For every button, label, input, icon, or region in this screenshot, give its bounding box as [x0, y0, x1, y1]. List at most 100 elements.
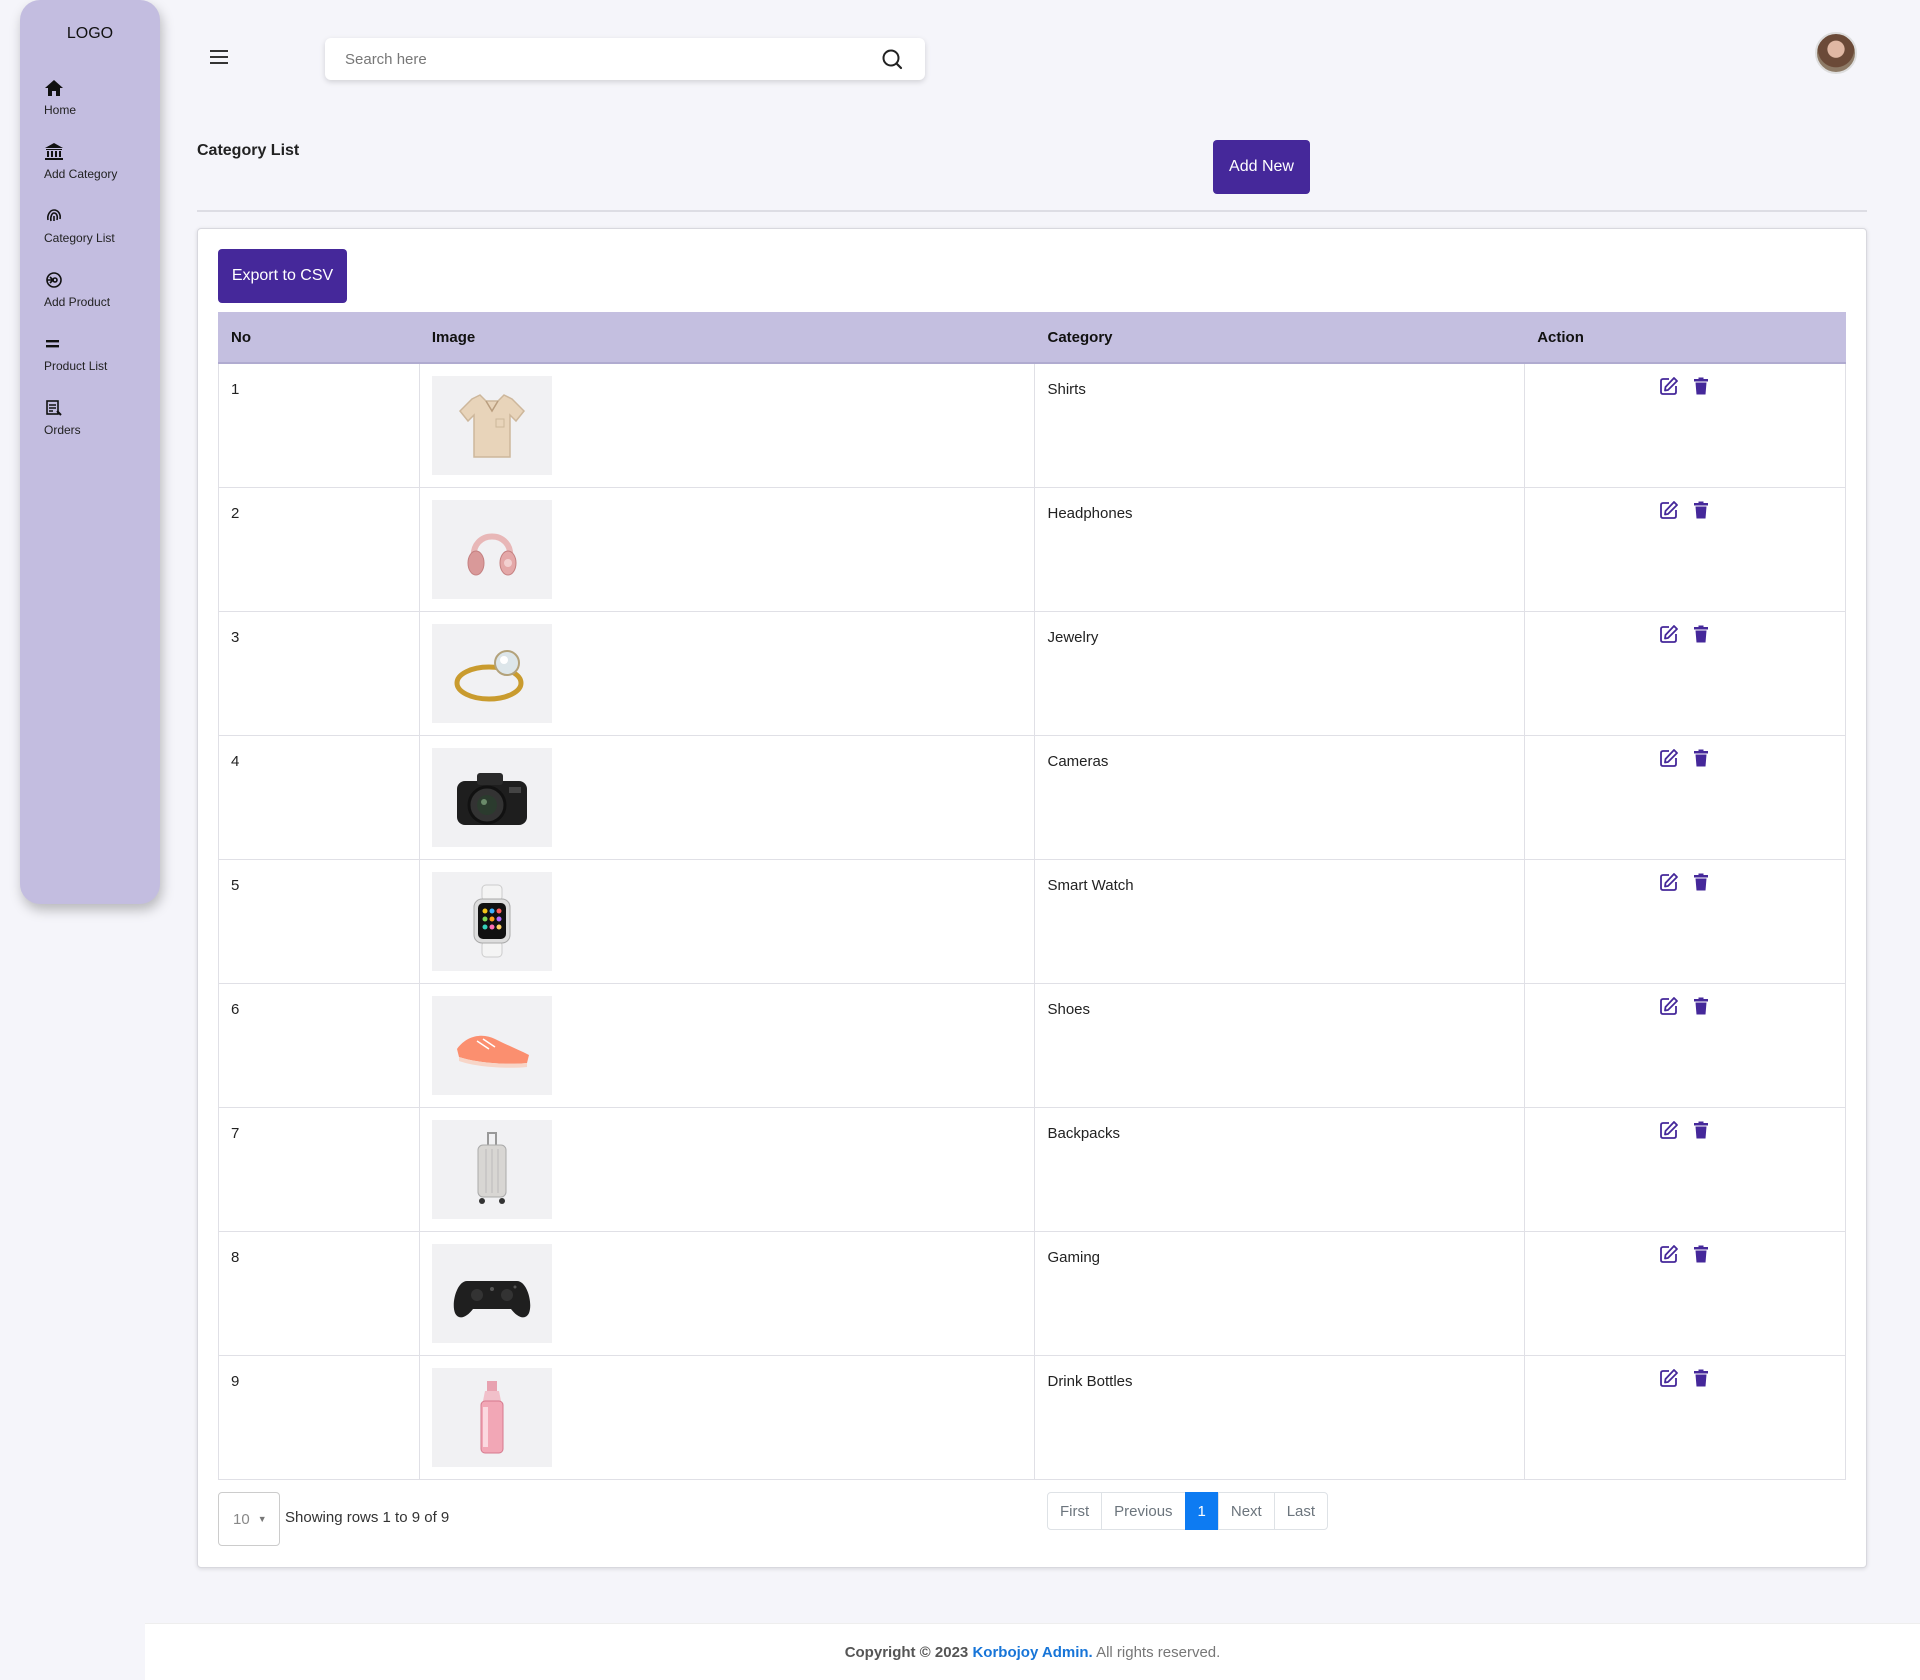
- table-row: 8 Gaming: [218, 1230, 1846, 1356]
- column-header-category[interactable]: Category: [1034, 312, 1526, 364]
- table-row: 9 Drink Bottles: [218, 1354, 1846, 1480]
- row-number: 2: [218, 486, 420, 612]
- trash-icon[interactable]: [1691, 1120, 1711, 1140]
- edit-icon[interactable]: [1659, 1244, 1679, 1264]
- edit-icon[interactable]: [1659, 624, 1679, 644]
- row-image-cell: [418, 1106, 1036, 1232]
- category-image-headphones: [431, 499, 552, 599]
- divider: [197, 210, 1867, 212]
- spiral-icon: [46, 272, 62, 288]
- page-size-select[interactable]: 10 ▼: [218, 1492, 280, 1546]
- row-actions: [1524, 610, 1846, 736]
- row-image-cell: [418, 858, 1036, 984]
- table-row: 6 Shoes: [218, 982, 1846, 1108]
- edit-icon[interactable]: [1659, 1120, 1679, 1140]
- menu-toggle-icon[interactable]: [210, 50, 228, 64]
- column-header-no[interactable]: No: [218, 312, 420, 364]
- row-category: Jewelry: [1034, 610, 1526, 736]
- caret-down-icon: ▼: [257, 1514, 267, 1524]
- row-number: 8: [218, 1230, 420, 1356]
- page-next-button[interactable]: Next: [1217, 1492, 1275, 1530]
- sidebar-item-label: Category List: [44, 231, 115, 245]
- row-category: Backpacks: [1034, 1106, 1526, 1232]
- page-previous-button[interactable]: Previous: [1101, 1492, 1186, 1530]
- sidebar-item-product-list[interactable]: Product List: [44, 334, 154, 373]
- trash-icon[interactable]: [1691, 1244, 1711, 1264]
- page-last-button[interactable]: Last: [1273, 1492, 1329, 1530]
- row-category: Smart Watch: [1034, 858, 1526, 984]
- row-category: Shoes: [1034, 982, 1526, 1108]
- search-icon[interactable]: [881, 48, 903, 70]
- list-doc-icon: [46, 400, 62, 416]
- edit-icon[interactable]: [1659, 376, 1679, 396]
- row-image-cell: [418, 734, 1036, 860]
- add-new-button[interactable]: Add New: [1213, 140, 1310, 194]
- row-category: Shirts: [1034, 362, 1526, 488]
- row-image-cell: [418, 1354, 1036, 1480]
- row-actions: [1524, 858, 1846, 984]
- rows-summary: Showing rows 1 to 9 of 9: [285, 1509, 450, 1526]
- page-title: Category List: [197, 142, 300, 159]
- category-image-luggage: [431, 1119, 552, 1219]
- sidebar-item-label: Add Product: [44, 295, 111, 309]
- sidebar-item-add-product[interactable]: Add Product: [44, 270, 154, 309]
- page-first-button[interactable]: First: [1047, 1492, 1103, 1530]
- trash-icon[interactable]: [1691, 500, 1711, 520]
- brand-link[interactable]: Korbojoy Admin.: [972, 1644, 1092, 1661]
- edit-icon[interactable]: [1659, 500, 1679, 520]
- row-image-cell: [418, 1230, 1036, 1356]
- table-row: 5 Smart Watch: [218, 858, 1846, 984]
- trash-icon[interactable]: [1691, 1368, 1711, 1388]
- trash-icon[interactable]: [1691, 624, 1711, 644]
- category-image-shoe: [431, 995, 552, 1095]
- column-header-action[interactable]: Action: [1524, 312, 1846, 364]
- sidebar-item-orders[interactable]: Orders: [44, 398, 154, 437]
- trash-icon[interactable]: [1691, 872, 1711, 892]
- table-row: 3 Jewelry: [218, 610, 1846, 736]
- category-image-ring: [431, 623, 552, 723]
- row-number: 5: [218, 858, 420, 984]
- edit-icon[interactable]: [1659, 748, 1679, 768]
- row-category: Drink Bottles: [1034, 1354, 1526, 1480]
- equals-icon: [46, 340, 59, 348]
- category-table-card: Export to CSV No Image Category Action 1…: [197, 228, 1867, 1568]
- category-image-camera: [431, 747, 552, 847]
- footer: Copyright © 2023 Korbojoy Admin. All rig…: [145, 1623, 1920, 1680]
- trash-icon[interactable]: [1691, 376, 1711, 396]
- row-number: 1: [218, 362, 420, 488]
- sidebar-item-label: Home: [44, 103, 77, 117]
- sidebar-item-label: Product List: [44, 359, 108, 373]
- sidebar-item-add-category[interactable]: Add Category: [44, 142, 154, 181]
- trash-icon[interactable]: [1691, 996, 1711, 1016]
- fingerprint-icon: [47, 209, 61, 222]
- row-number: 4: [218, 734, 420, 860]
- row-image-cell: [418, 362, 1036, 488]
- edit-icon[interactable]: [1659, 872, 1679, 892]
- table-row: 7 Backpacks: [218, 1106, 1846, 1232]
- sidebar-item-label: Orders: [44, 423, 81, 437]
- pagination: First Previous 1 Next Last: [1047, 1492, 1329, 1530]
- row-actions: [1524, 362, 1846, 488]
- export-csv-button[interactable]: Export to CSV: [218, 249, 347, 303]
- trash-icon[interactable]: [1691, 748, 1711, 768]
- logo: LOGO: [66, 25, 114, 42]
- category-image-shirt: [431, 375, 552, 475]
- edit-icon[interactable]: [1659, 996, 1679, 1016]
- row-image-cell: [418, 486, 1036, 612]
- sidebar-item-home[interactable]: Home: [44, 78, 154, 117]
- search-box: [325, 38, 925, 80]
- row-category: Gaming: [1034, 1230, 1526, 1356]
- page-current-button[interactable]: 1: [1184, 1492, 1219, 1530]
- page-size-value: 10: [233, 1510, 250, 1528]
- sidebar-item-category-list[interactable]: Category List: [44, 206, 154, 245]
- row-actions: [1524, 982, 1846, 1108]
- table-header-row: No Image Category Action: [218, 312, 1846, 364]
- row-actions: [1524, 1106, 1846, 1232]
- column-header-image[interactable]: Image: [418, 312, 1036, 364]
- avatar[interactable]: [1815, 32, 1857, 74]
- row-number: 7: [218, 1106, 420, 1232]
- search-input[interactable]: [325, 38, 845, 80]
- edit-icon[interactable]: [1659, 1368, 1679, 1388]
- row-actions: [1524, 734, 1846, 860]
- row-number: 3: [218, 610, 420, 736]
